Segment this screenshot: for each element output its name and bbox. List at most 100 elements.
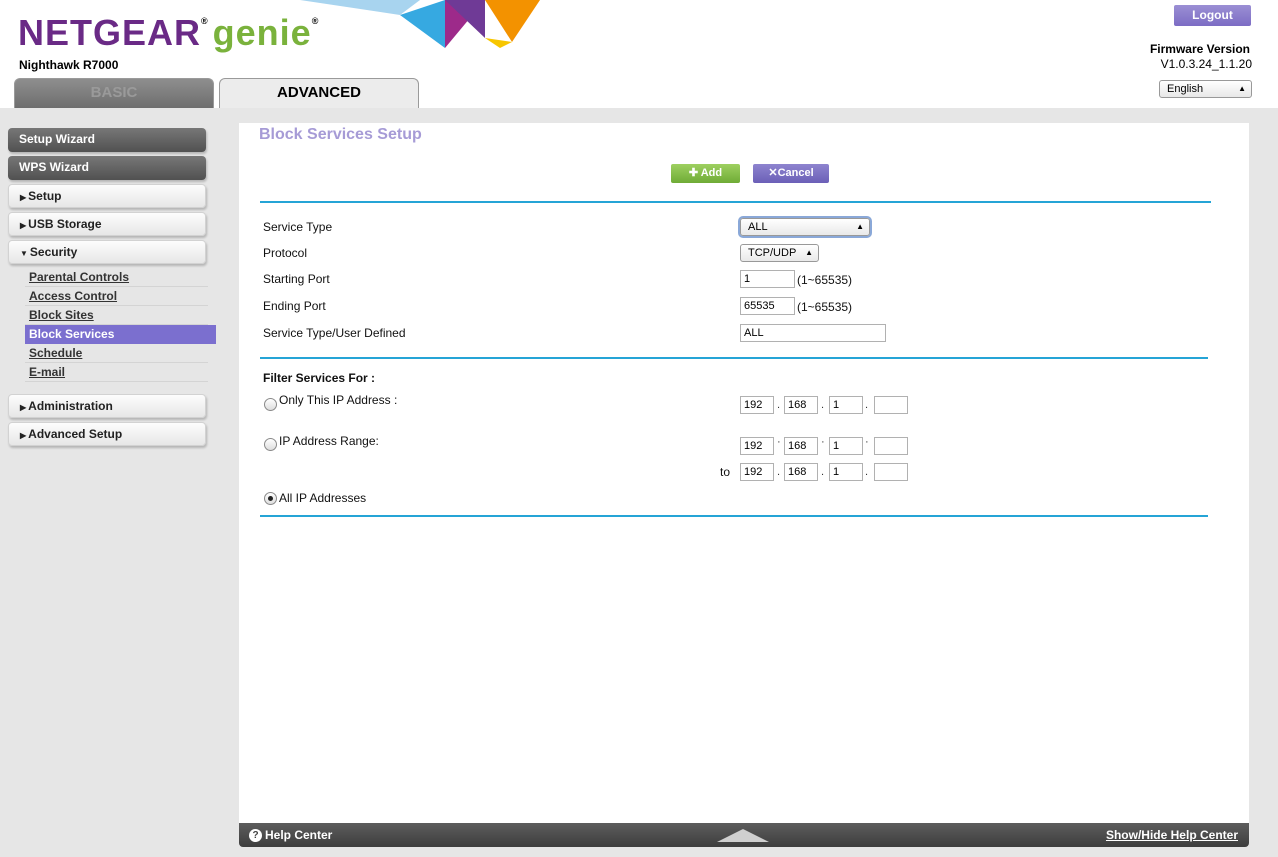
sidebar-item-schedule[interactable]: Schedule	[25, 344, 208, 363]
security-submenu: Parental Controls Access Control Block S…	[25, 268, 216, 382]
ip-dot: ·	[865, 436, 869, 448]
sidebar-item-label: Security	[29, 245, 78, 259]
service-type-select[interactable]: ALL ▲	[740, 218, 870, 236]
all-ip-label: All IP Addresses	[279, 491, 367, 505]
protocol-label: Protocol	[263, 246, 308, 260]
question-icon: ?	[249, 829, 262, 842]
sidebar-item-label: WPS Wizard	[19, 160, 89, 174]
only-ip-label: Only This IP Address :	[279, 393, 398, 407]
page-title: Block Services Setup	[259, 126, 422, 143]
only-ip-octet-3[interactable]: 1	[829, 396, 863, 414]
range-end-octet-2[interactable]: 168	[784, 463, 818, 481]
sidebar-item-usb-storage[interactable]: ▶ USB Storage	[8, 212, 206, 236]
ip-dot: .	[865, 399, 869, 411]
tab-advanced[interactable]: ADVANCED	[219, 78, 419, 108]
ip-range-label: IP Address Range:	[279, 434, 379, 448]
sidebar-item-access-control[interactable]: Access Control	[25, 287, 208, 306]
language-select[interactable]: English ▲	[1159, 80, 1252, 98]
expand-triangle-icon: ▶	[20, 403, 27, 412]
divider	[260, 515, 1208, 517]
sidebar: Setup Wizard WPS Wizard ▶ Setup ▶ USB Stor…	[8, 128, 216, 450]
ip-dot: .	[821, 399, 825, 411]
header: NETGEAR® genie® Nighthawk R7000 BASIC ADV…	[0, 0, 1278, 108]
divider	[260, 357, 1208, 359]
only-ip-octet-1[interactable]: 192	[740, 396, 774, 414]
select-arrows-icon: ▲	[1238, 84, 1246, 93]
starting-port-range-hint: (1~65535)	[797, 273, 853, 287]
sidebar-item-label: Setup	[28, 189, 62, 203]
sidebar-item-advanced-setup[interactable]: ▶ Advanced Setup	[8, 422, 206, 446]
decorative-banner-graphic	[300, 0, 540, 48]
cancel-button-label: Cancel	[777, 167, 814, 179]
only-ip-octet-2[interactable]: 168	[784, 396, 818, 414]
close-icon: ✕	[768, 167, 778, 179]
sidebar-item-email[interactable]: E-mail	[25, 363, 208, 382]
main-panel: Block Services Setup ✚ Add ✕Cancel Servi…	[239, 123, 1249, 823]
service-type-value: ALL	[748, 221, 768, 233]
protocol-value: TCP/UDP	[748, 247, 797, 259]
expand-triangle-icon: ▶	[20, 221, 27, 230]
logout-button[interactable]: Logout	[1174, 5, 1251, 26]
ip-dot: .	[777, 399, 781, 411]
sidebar-item-administration[interactable]: ▶ Administration	[8, 394, 206, 418]
expand-help-arrow-icon[interactable]	[717, 829, 769, 842]
sidebar-item-wps-wizard[interactable]: WPS Wizard	[8, 156, 206, 180]
expand-triangle-icon: ▶	[20, 431, 27, 440]
add-button-label: Add	[700, 167, 723, 179]
help-center-bar: ? Help Center Show/Hide Help Center	[239, 823, 1249, 847]
sidebar-item-setup[interactable]: ▶ Setup	[8, 184, 206, 208]
user-defined-label: Service Type/User Defined	[263, 326, 406, 340]
ip-dot: ·	[821, 436, 825, 448]
ip-dot: .	[865, 466, 869, 478]
ip-dot: ·	[777, 436, 781, 448]
ip-range-radio[interactable]	[264, 438, 277, 451]
range-end-octet-4[interactable]	[874, 463, 908, 481]
ip-dot: .	[821, 466, 825, 478]
select-arrows-icon: ▲	[856, 222, 864, 231]
sidebar-item-block-services[interactable]: Block Services	[25, 325, 216, 344]
range-start-octet-1[interactable]: 192	[740, 437, 774, 455]
sidebar-item-label: Advanced Setup	[28, 427, 123, 441]
starting-port-input[interactable]: 1	[740, 270, 795, 288]
ending-port-label: Ending Port	[263, 299, 326, 313]
sidebar-item-label: Setup Wizard	[19, 132, 95, 146]
service-type-label: Service Type	[263, 220, 333, 234]
divider	[260, 201, 1211, 203]
sidebar-item-setup-wizard[interactable]: Setup Wizard	[8, 128, 206, 152]
show-hide-help-link[interactable]: Show/Hide Help Center	[1106, 828, 1238, 842]
sidebar-item-parental-controls[interactable]: Parental Controls	[25, 268, 208, 287]
range-end-octet-1[interactable]: 192	[740, 463, 774, 481]
sidebar-item-label: USB Storage	[28, 217, 102, 231]
range-end-octet-3[interactable]: 1	[829, 463, 863, 481]
filter-services-label: Filter Services For :	[263, 371, 376, 385]
range-start-octet-2[interactable]: 168	[784, 437, 818, 455]
sidebar-item-block-sites[interactable]: Block Sites	[25, 306, 208, 325]
range-start-octet-4[interactable]	[874, 437, 908, 455]
language-value: English	[1167, 83, 1204, 95]
tab-basic[interactable]: BASIC	[14, 78, 214, 108]
only-ip-octet-4[interactable]	[874, 396, 908, 414]
select-arrows-icon: ▲	[805, 248, 813, 257]
expand-triangle-icon: ▶	[20, 193, 27, 202]
firmware-version-value: V1.0.3.24_1.1.20	[1160, 57, 1252, 71]
protocol-select[interactable]: TCP/UDP ▲	[740, 244, 819, 262]
only-ip-radio[interactable]	[264, 398, 277, 411]
ending-port-range-hint: (1~65535)	[797, 300, 853, 314]
starting-port-label: Starting Port	[263, 272, 330, 286]
ending-port-input[interactable]: 65535	[740, 297, 795, 315]
collapse-triangle-icon: ▼	[20, 249, 28, 258]
netgear-genie-logo: NETGEAR® genie®	[18, 12, 320, 53]
router-model: Nighthawk R7000	[19, 58, 119, 72]
firmware-version-label: Firmware Version	[1149, 42, 1250, 56]
user-defined-input[interactable]: ALL	[740, 324, 886, 342]
cancel-button[interactable]: ✕Cancel	[753, 164, 829, 183]
range-start-octet-3[interactable]: 1	[829, 437, 863, 455]
add-button[interactable]: ✚ Add	[671, 164, 740, 183]
range-to-label: to	[720, 465, 731, 479]
plus-icon: ✚	[688, 167, 701, 179]
help-center-label: Help Center	[265, 828, 333, 842]
all-ip-radio[interactable]	[264, 492, 277, 505]
sidebar-item-security[interactable]: ▼ Security	[8, 240, 206, 264]
ip-dot: .	[777, 466, 781, 478]
sidebar-item-label: Administration	[28, 399, 113, 413]
